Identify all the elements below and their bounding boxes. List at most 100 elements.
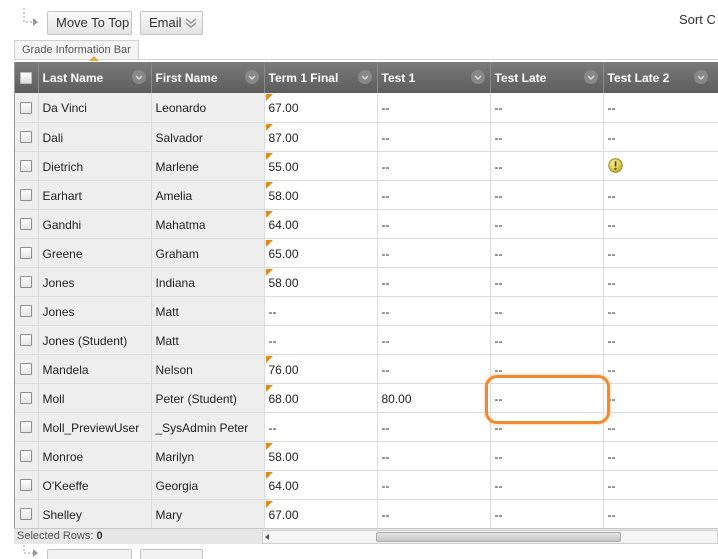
term-1-final-cell[interactable]: 64.00 [264,470,378,500]
test-late-cell[interactable]: -- [490,296,604,326]
last-name-cell: Moll [38,383,152,413]
test-late-2-cell[interactable] [603,151,718,181]
row-checkbox[interactable] [20,334,33,347]
move-to-top-button[interactable]: Move To Top [47,11,132,35]
row-checkbox[interactable] [20,363,33,376]
test-1-cell[interactable]: -- [377,354,491,384]
row-checkbox[interactable] [20,160,33,173]
test-late-cell[interactable]: -- [490,354,604,384]
column-header-test-late[interactable]: Test Late [490,62,604,93]
row-checkbox[interactable] [20,450,33,463]
test-late-2-cell[interactable]: -- [603,412,718,442]
row-checkbox[interactable] [20,305,33,318]
column-header-last-name[interactable]: Last Name [38,62,152,93]
scroll-left-arrow-icon[interactable] [265,534,269,540]
term-1-final-cell[interactable]: -- [264,296,378,326]
test-late-cell[interactable]: -- [490,180,604,210]
test-1-cell[interactable]: -- [377,180,491,210]
test-late-2-cell[interactable]: -- [603,296,718,326]
row-checkbox[interactable] [20,102,33,115]
term-1-final-cell[interactable]: 87.00 [264,122,378,152]
column-menu-chevron-icon[interactable] [693,69,709,85]
cell-value: -- [381,449,390,464]
term-1-final-cell[interactable]: -- [264,412,378,442]
test-1-cell[interactable]: -- [377,499,491,528]
column-menu-chevron-icon[interactable] [131,69,147,85]
move-to-top-button-bottom[interactable] [47,549,132,559]
term-1-final-cell[interactable]: 68.00 [264,383,378,413]
test-late-cell[interactable]: -- [490,499,604,528]
test-late-2-cell[interactable]: -- [603,499,718,528]
needs-grading-icon[interactable] [607,158,623,173]
test-late-cell[interactable]: -- [490,470,604,500]
row-checkbox[interactable] [20,508,33,521]
term-1-final-cell[interactable]: 65.00 [264,238,378,268]
grade-information-bar-tab[interactable]: Grade Information Bar [14,40,139,60]
test-late-cell[interactable]: -- [490,412,604,442]
term-1-final-cell[interactable]: 76.00 [264,354,378,384]
term-1-final-cell[interactable]: 67.00 [264,93,378,123]
test-1-cell[interactable]: -- [377,122,491,152]
row-checkbox[interactable] [20,247,33,260]
test-1-cell[interactable]: -- [377,470,491,500]
select-all-checkbox[interactable] [20,72,33,85]
column-menu-chevron-icon[interactable] [470,69,486,85]
term-1-final-cell[interactable]: 58.00 [264,267,378,297]
test-late-2-cell[interactable]: -- [603,441,718,471]
row-checkbox[interactable] [20,479,33,492]
term-1-final-cell[interactable]: 58.00 [264,180,378,210]
column-header-first-name[interactable]: First Name [151,62,265,93]
row-checkbox[interactable] [20,131,33,144]
test-late-2-cell[interactable]: -- [603,122,718,152]
test-1-cell[interactable]: -- [377,412,491,442]
horizontal-scrollbar[interactable] [262,530,718,544]
column-header-test-1[interactable]: Test 1 [377,62,491,93]
email-button-bottom[interactable] [140,549,203,559]
email-button[interactable]: Email [140,11,203,35]
column-header-test-late-2[interactable]: Test Late 2 [603,62,718,93]
test-1-cell[interactable]: -- [377,151,491,181]
test-late-2-cell[interactable]: -- [603,238,718,268]
test-1-cell[interactable]: -- [377,267,491,297]
sort-columns-label[interactable]: Sort C [679,12,716,27]
test-late-cell[interactable]: -- [490,383,604,413]
test-1-cell[interactable]: -- [377,93,491,123]
row-checkbox[interactable] [20,421,33,434]
test-late-2-cell[interactable]: -- [603,470,718,500]
test-late-2-cell[interactable]: -- [603,383,718,413]
test-late-2-cell[interactable]: -- [603,93,718,123]
test-late-2-cell[interactable]: -- [603,354,718,384]
test-1-cell[interactable]: -- [377,238,491,268]
term-1-final-cell[interactable]: 64.00 [264,209,378,239]
term-1-final-cell[interactable]: 58.00 [264,441,378,471]
test-late-cell[interactable]: -- [490,93,604,123]
test-late-2-cell[interactable]: -- [603,325,718,355]
term-1-final-cell[interactable]: 67.00 [264,499,378,528]
column-menu-chevron-icon[interactable] [583,69,599,85]
row-checkbox[interactable] [20,392,33,405]
scrollbar-thumb[interactable] [376,532,621,542]
test-late-cell[interactable]: -- [490,122,604,152]
test-1-cell[interactable]: 80.00 [377,383,491,413]
row-checkbox[interactable] [20,189,33,202]
column-menu-chevron-icon[interactable] [357,69,373,85]
test-late-cell[interactable]: -- [490,151,604,181]
test-1-cell[interactable]: -- [377,325,491,355]
test-late-2-cell[interactable]: -- [603,209,718,239]
row-checkbox[interactable] [20,276,33,289]
row-checkbox[interactable] [20,218,33,231]
test-late-cell[interactable]: -- [490,267,604,297]
test-late-cell[interactable]: -- [490,441,604,471]
test-late-cell[interactable]: -- [490,209,604,239]
test-1-cell[interactable]: -- [377,441,491,471]
test-late-cell[interactable]: -- [490,325,604,355]
term-1-final-cell[interactable]: -- [264,325,378,355]
test-1-cell[interactable]: -- [377,296,491,326]
test-1-cell[interactable]: -- [377,209,491,239]
term-1-final-cell[interactable]: 55.00 [264,151,378,181]
test-late-2-cell[interactable]: -- [603,267,718,297]
test-late-2-cell[interactable]: -- [603,180,718,210]
test-late-cell[interactable]: -- [490,238,604,268]
column-menu-chevron-icon[interactable] [244,69,260,85]
column-header-term-1-final[interactable]: Term 1 Final [264,62,378,93]
